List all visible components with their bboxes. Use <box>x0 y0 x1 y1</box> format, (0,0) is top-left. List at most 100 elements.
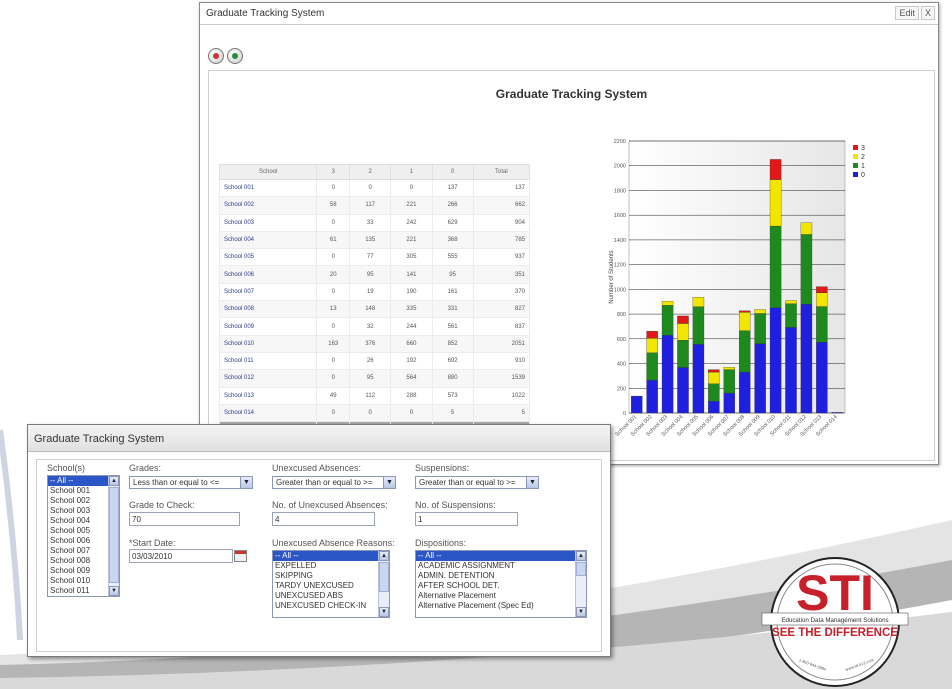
school-link[interactable]: School 010 <box>218 334 318 353</box>
school-link[interactable]: School 007 <box>218 282 318 302</box>
list-item[interactable]: EXPELLED <box>273 561 378 571</box>
school-link[interactable]: School 008 <box>218 300 318 319</box>
list-item[interactable]: UNEXCUSED ABS <box>273 591 378 601</box>
list-item[interactable]: School 003 <box>48 506 108 516</box>
list-item[interactable]: School 006 <box>48 536 108 546</box>
school-link[interactable]: School 002 <box>218 196 318 215</box>
column-header: 3 <box>316 164 351 180</box>
list-item[interactable]: AFTER SCHOOL DET. <box>416 581 575 591</box>
scroll-down-icon[interactable]: ▼ <box>109 586 119 596</box>
chevron-down-icon[interactable]: ▼ <box>526 477 538 488</box>
table-row: School 009 0 32 244 561 837 <box>218 317 531 336</box>
list-item[interactable]: School 009 <box>48 566 108 576</box>
table-row: School 013 49 112 288 573 1022 <box>218 386 531 405</box>
table-cell: 785 <box>472 230 531 250</box>
num-unexcused-label: No. of Unexcused Absences: <box>272 500 388 510</box>
list-item[interactable]: School 002 <box>48 496 108 506</box>
schools-listbox[interactable]: -- All -- School 001 School 002 School 003 S… <box>47 475 120 597</box>
schools-scrollbar[interactable]: ▲ ▼ <box>108 476 119 596</box>
list-item[interactable]: School 011 <box>48 586 108 596</box>
scroll-thumb[interactable] <box>109 487 119 583</box>
list-item[interactable]: Alternative Placement (Spec Ed) <box>416 601 575 611</box>
school-link[interactable]: School 013 <box>218 386 318 405</box>
list-item[interactable]: School 007 <box>48 546 108 556</box>
school-link[interactable]: School 011 <box>218 351 318 371</box>
schools-label: School(s) <box>47 463 86 473</box>
list-item[interactable]: -- All -- <box>273 551 378 561</box>
table-cell: 2051 <box>472 334 531 353</box>
bar-segment-2 <box>646 338 658 353</box>
column-header-school: School <box>218 164 318 180</box>
scroll-up-icon[interactable]: ▲ <box>379 551 389 561</box>
pdf-export-icon[interactable] <box>208 48 224 64</box>
bar-segment-0 <box>739 371 751 414</box>
excel-export-icon[interactable] <box>227 48 243 64</box>
bar-segment-3 <box>739 310 751 313</box>
list-item[interactable]: -- All -- <box>416 551 575 561</box>
list-item[interactable]: UNEXCUSED CHECK-IN <box>273 601 378 611</box>
scroll-thumb[interactable] <box>379 562 389 592</box>
school-link[interactable]: School 001 <box>218 178 318 198</box>
dispositions-listbox[interactable]: -- All -- ACADEMIC ASSIGNMENT ADMIN. DETEN… <box>415 550 587 618</box>
school-link[interactable]: School 009 <box>218 317 318 336</box>
close-button[interactable]: X <box>920 6 935 20</box>
dispositions-scrollbar[interactable]: ▲ ▼ <box>575 551 586 617</box>
num-suspensions-label: No. of Suspensions: <box>415 500 496 510</box>
table-cell: 61 <box>316 230 351 250</box>
list-item[interactable]: TARDY UNEXCUSED <box>273 581 378 591</box>
school-link[interactable]: School 006 <box>218 265 318 284</box>
y-tick-label: 1000 <box>614 287 626 293</box>
scroll-down-icon[interactable]: ▼ <box>379 607 389 617</box>
list-item[interactable]: School 008 <box>48 556 108 566</box>
list-item[interactable]: SKIPPING <box>273 571 378 581</box>
num-unexcused-input[interactable] <box>272 512 375 526</box>
school-link[interactable]: School 012 <box>218 369 318 388</box>
list-item[interactable]: School 010 <box>48 576 108 586</box>
school-link[interactable]: School 004 <box>218 230 318 250</box>
bar-segment-2 <box>816 292 828 307</box>
grades-select[interactable]: Less than or equal to <= ▼ <box>129 476 253 489</box>
reasons-scrollbar[interactable]: ▲ ▼ <box>378 551 389 617</box>
bar-segment-3 <box>677 315 689 324</box>
list-item[interactable]: School 005 <box>48 526 108 536</box>
start-date-input[interactable] <box>129 549 233 563</box>
list-item[interactable]: ACADEMIC ASSIGNMENT <box>416 561 575 571</box>
bar-segment-2 <box>677 323 689 341</box>
table-cell: 32 <box>349 317 392 336</box>
school-link[interactable]: School 005 <box>218 248 318 267</box>
scroll-thumb[interactable] <box>576 562 586 576</box>
table-cell: 351 <box>472 265 531 284</box>
list-item[interactable]: ADMIN. DETENTION <box>416 571 575 581</box>
chevron-down-icon[interactable]: ▼ <box>383 477 395 488</box>
calendar-icon[interactable] <box>234 550 247 562</box>
bar-segment-1 <box>739 330 751 373</box>
scroll-up-icon[interactable]: ▲ <box>109 476 119 486</box>
bar-segment-0 <box>677 367 689 414</box>
edit-button[interactable]: Edit <box>895 6 919 20</box>
table-cell: 1022 <box>472 386 531 405</box>
chevron-down-icon[interactable]: ▼ <box>240 477 252 488</box>
list-item[interactable]: School 004 <box>48 516 108 526</box>
bar-segment-0 <box>785 327 797 414</box>
school-link[interactable]: School 003 <box>218 213 318 232</box>
unexcused-absences-select[interactable]: Greater than or equal to >= ▼ <box>272 476 396 489</box>
logo-wordmark: STI <box>796 565 874 621</box>
school-link[interactable]: School 014 <box>218 403 318 423</box>
scroll-up-icon[interactable]: ▲ <box>576 551 586 561</box>
num-suspensions-input[interactable] <box>415 512 518 526</box>
y-tick-label: 600 <box>617 337 626 343</box>
table-cell: 331 <box>431 300 474 319</box>
list-item[interactable]: Alternative Placement <box>416 591 575 601</box>
bar-segment-1 <box>754 313 766 344</box>
list-item[interactable]: -- All -- <box>48 476 108 486</box>
scroll-down-icon[interactable]: ▼ <box>576 607 586 617</box>
absence-reasons-listbox[interactable]: -- All -- EXPELLED SKIPPING TARDY UNEXCUSED… <box>272 550 390 618</box>
table-row: School 006 20 95 141 95 351 <box>218 265 531 284</box>
suspensions-select[interactable]: Greater than or equal to >= ▼ <box>415 476 539 489</box>
table-row: School 003 0 33 242 629 904 <box>218 213 531 232</box>
table-cell: 629 <box>431 213 474 232</box>
grade-to-check-input[interactable] <box>129 512 240 526</box>
list-item[interactable]: School 001 <box>48 486 108 496</box>
grade-to-check-label: Grade to Check: <box>129 500 195 510</box>
table-cell: 0 <box>390 403 433 423</box>
